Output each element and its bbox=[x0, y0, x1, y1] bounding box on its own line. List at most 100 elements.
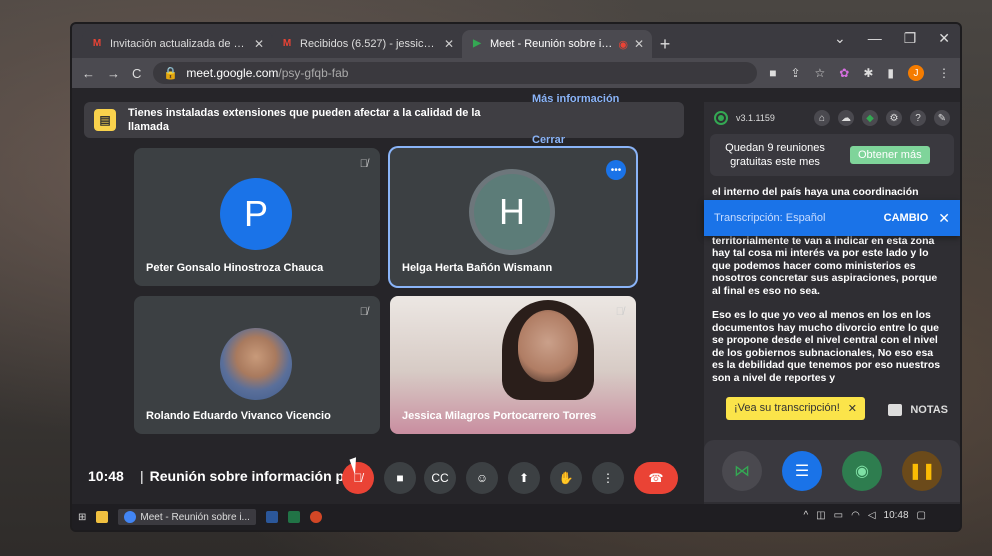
gear-icon[interactable]: ⚙ bbox=[886, 110, 902, 126]
notifications-icon[interactable]: ▢ bbox=[917, 510, 926, 521]
banner-message: Tienes instaladas extensiones que pueden… bbox=[128, 107, 481, 133]
title-separator: | bbox=[140, 468, 144, 484]
captions-button[interactable]: CC bbox=[424, 462, 456, 494]
profile-avatar[interactable]: J bbox=[908, 65, 924, 81]
extension-icon[interactable]: ✿ bbox=[839, 66, 849, 80]
emoji-button[interactable]: ☺ bbox=[466, 462, 498, 494]
taskbar-item-label: Meet - Reunión sobre i... bbox=[140, 511, 250, 523]
change-language-button[interactable]: CAMBIO bbox=[884, 212, 929, 224]
participant-tile-rolando[interactable]: 🎙̸ Rolando Eduardo Vivanco Vicencio bbox=[134, 296, 380, 434]
star-icon[interactable]: ☆ bbox=[815, 66, 826, 80]
participant-tile-helga[interactable]: H ••• Helga Herta Bañón Wismann bbox=[390, 148, 636, 286]
network-icon[interactable]: ◫ bbox=[816, 510, 825, 521]
participant-tile-jessica[interactable]: 🎙̸ Jessica Milagros Portocarrero Torres bbox=[390, 296, 636, 434]
participant-name: Rolando Eduardo Vivanco Vicencio bbox=[146, 410, 331, 422]
meeting-clock: 10:48 bbox=[88, 468, 124, 484]
tab-bar: M Invitación actualizada de un rem ✕ M R… bbox=[72, 24, 960, 58]
shield-icon[interactable]: ◆ bbox=[862, 110, 878, 126]
transcript-paragraph: Eso es lo que yo veo al menos en los en … bbox=[712, 309, 941, 384]
tab-meet[interactable]: ▶ Meet - Reunión sobre inforr ◉ ✕ bbox=[462, 30, 652, 58]
excel-icon[interactable] bbox=[287, 511, 300, 523]
close-tab-icon[interactable]: ✕ bbox=[444, 37, 454, 51]
back-icon[interactable]: ← bbox=[82, 66, 95, 81]
screenshot-button[interactable]: ◉ bbox=[842, 451, 882, 491]
puzzle-icon[interactable]: ✱ bbox=[863, 66, 873, 80]
camera-indicator-icon[interactable]: ■ bbox=[769, 66, 776, 80]
share-button[interactable]: ⋈ bbox=[722, 451, 762, 491]
battery-icon[interactable]: ▭ bbox=[834, 510, 843, 521]
pin-icon[interactable]: ✎ bbox=[934, 110, 950, 126]
raise-hand-button[interactable]: ✋ bbox=[550, 462, 582, 494]
camera-toggle-button[interactable]: ■ bbox=[384, 462, 416, 494]
panel-header: v3.1.1159 ⌂ ☁ ◆ ⚙ ? ✎ bbox=[704, 102, 960, 134]
taskbar-meet-item[interactable]: Meet - Reunión sobre i... bbox=[118, 509, 256, 525]
windows-start-icon[interactable]: ⊞ bbox=[78, 512, 86, 523]
help-icon[interactable]: ? bbox=[910, 110, 926, 126]
notes-button[interactable]: NOTAS bbox=[888, 404, 948, 416]
warning-icon: ▤ bbox=[94, 109, 116, 131]
leave-call-button[interactable]: ☎ bbox=[634, 462, 678, 494]
tab-inbox[interactable]: M Recibidos (6.527) - jessica.portoc ✕ bbox=[272, 30, 462, 58]
sidebar-icon[interactable]: ▮ bbox=[887, 66, 894, 80]
system-tray: ^ ◫ ▭ ◠ ◁ 10:48 ▢ bbox=[803, 510, 926, 521]
language-banner: Transcripción: Español CAMBIO ✕ bbox=[704, 200, 960, 236]
word-icon[interactable] bbox=[265, 511, 278, 523]
transcript-paragraph: territorialmente te van a indicar en est… bbox=[712, 234, 938, 297]
cloud-icon[interactable]: ☁ bbox=[838, 110, 854, 126]
pause-button[interactable]: ❚❚ bbox=[902, 451, 942, 491]
close-tab-icon[interactable]: ✕ bbox=[254, 37, 264, 51]
volume-icon[interactable]: ◁ bbox=[868, 510, 876, 521]
home-icon[interactable]: ⌂ bbox=[814, 110, 830, 126]
close-tab-icon[interactable]: ✕ bbox=[634, 37, 644, 51]
more-options-icon[interactable]: ••• bbox=[606, 160, 626, 180]
laptop-screen: M Invitación actualizada de un rem ✕ M R… bbox=[72, 24, 960, 530]
video-person-face bbox=[518, 310, 578, 382]
close-icon[interactable]: ✕ bbox=[848, 402, 857, 415]
quota-box: Quedan 9 reuniones gratuitas este mes Ob… bbox=[710, 134, 954, 176]
tab-title: Recibidos (6.527) - jessica.portoc bbox=[300, 38, 438, 50]
get-more-button[interactable]: Obtener más bbox=[850, 146, 930, 164]
participant-name: Jessica Milagros Portocarrero Torres bbox=[402, 410, 597, 422]
more-options-button[interactable]: ⋮ bbox=[592, 462, 624, 494]
reload-icon[interactable]: C bbox=[132, 66, 141, 81]
avatar: P bbox=[220, 178, 292, 250]
meet-icon: ▶ bbox=[473, 38, 481, 49]
participant-name: Helga Herta Bañón Wismann bbox=[402, 262, 553, 274]
tooltip-text: ¡Vea su transcripción! bbox=[734, 402, 840, 414]
banner-close-link[interactable]: Cerrar bbox=[532, 134, 565, 146]
url-field[interactable]: 🔒 meet.google.com/psy-gfqb-fab bbox=[153, 62, 758, 84]
powerpoint-icon[interactable] bbox=[309, 511, 322, 523]
share-icon[interactable]: ⇪ bbox=[790, 66, 800, 80]
meeting-title-text: Reunión sobre información p... bbox=[149, 468, 356, 484]
participant-name: Peter Gonsalo Hinostroza Chauca bbox=[146, 262, 324, 274]
windows-taskbar: ⊞ Meet - Reunión sobre i... ^ ◫ ▭ ◠ ◁ 10… bbox=[72, 504, 960, 530]
tab-title: Invitación actualizada de un rem bbox=[110, 38, 248, 50]
mic-off-icon: 🎙̸ bbox=[359, 158, 368, 170]
minimize-icon[interactable]: — bbox=[868, 30, 882, 47]
tab-invitation[interactable]: M Invitación actualizada de un rem ✕ bbox=[82, 30, 272, 58]
present-button[interactable]: ⬆ bbox=[508, 462, 540, 494]
url-path: /psy-gfqb-fab bbox=[278, 66, 349, 80]
more-info-link[interactable]: Más información bbox=[532, 93, 619, 105]
tab-search-icon[interactable]: ⌄ bbox=[834, 30, 846, 47]
panel-controls: ⋈ ☰ ◉ ❚❚ bbox=[704, 440, 960, 502]
transcript-tooltip: ¡Vea su transcripción! ✕ bbox=[726, 397, 865, 420]
taskbar-clock[interactable]: 10:48 bbox=[884, 510, 909, 521]
close-icon[interactable]: ✕ bbox=[938, 210, 950, 227]
forward-icon[interactable]: → bbox=[107, 66, 120, 81]
maximize-icon[interactable]: ❐ bbox=[904, 30, 917, 47]
mic-off-icon: 🎙̸ bbox=[359, 306, 368, 318]
tab-title: Meet - Reunión sobre inforr bbox=[490, 38, 613, 50]
new-tab-button[interactable]: + bbox=[652, 30, 678, 58]
close-window-icon[interactable]: ✕ bbox=[938, 30, 950, 47]
recording-icon: ◉ bbox=[618, 38, 628, 51]
document-button[interactable]: ☰ bbox=[782, 451, 822, 491]
transcript-panel: v3.1.1159 ⌂ ☁ ◆ ⚙ ? ✎ Quedan 9 reuniones… bbox=[704, 102, 960, 504]
participant-tile-peter[interactable]: P 🎙̸ Peter Gonsalo Hinostroza Chauca bbox=[134, 148, 380, 286]
file-explorer-icon[interactable] bbox=[96, 511, 109, 523]
chevron-up-icon[interactable]: ^ bbox=[803, 510, 808, 521]
wifi-icon[interactable]: ◠ bbox=[851, 510, 860, 521]
menu-icon[interactable]: ⋮ bbox=[938, 66, 950, 80]
chrome-icon bbox=[124, 511, 137, 523]
notes-label: NOTAS bbox=[910, 404, 948, 416]
